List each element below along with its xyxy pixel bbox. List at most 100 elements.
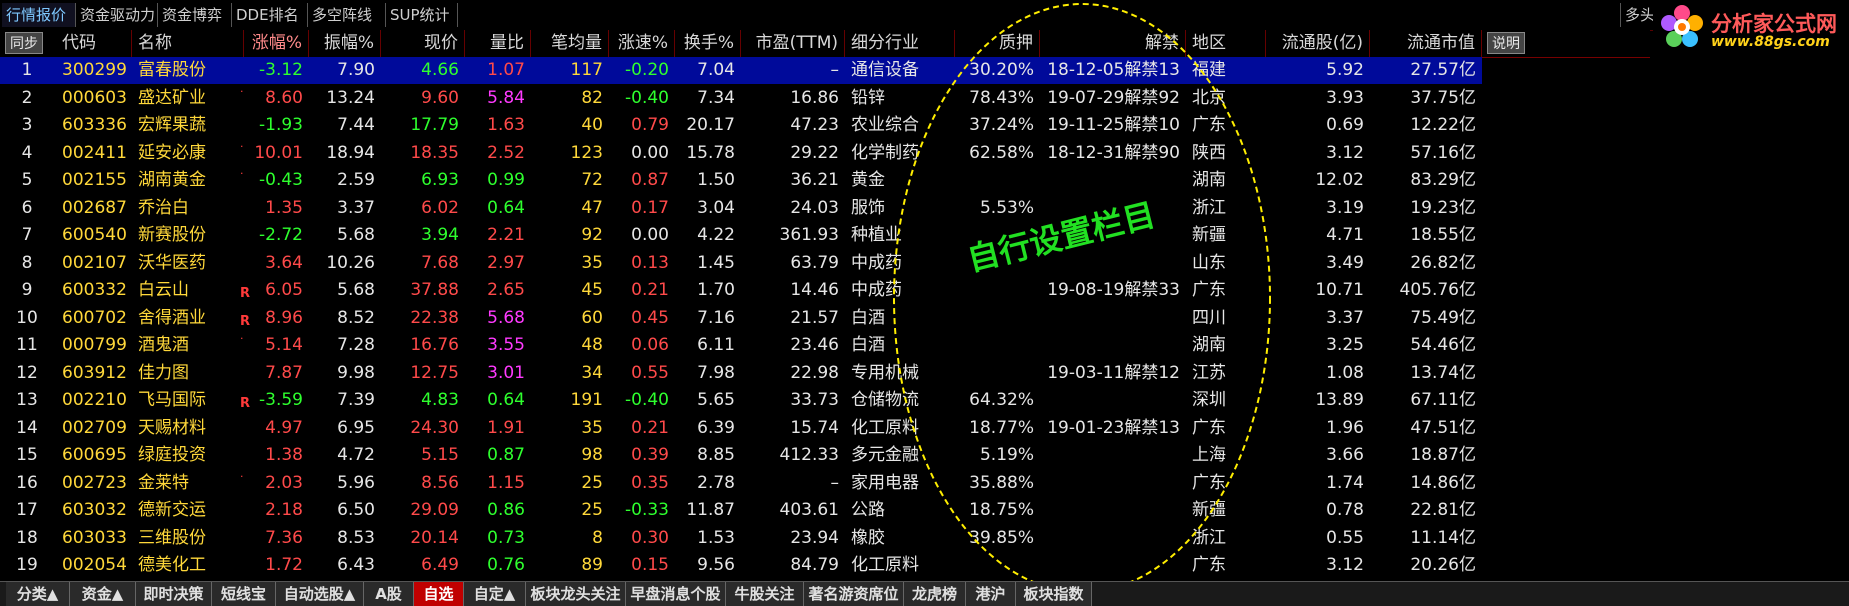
table-row[interactable]: 18 603033 三维股份 7.36 8.53 20.14 0.73 8 0.30 1.53 23… [0, 525, 1482, 552]
bottom-tab-13[interactable]: 港沪 [966, 582, 1016, 606]
cell-float: 0.78 [1326, 500, 1364, 520]
bottom-tab-2[interactable]: 即时决策 [136, 582, 212, 606]
cell-pledge [955, 332, 1040, 359]
table-row[interactable]: 14 002709 天赐材料 4.97 6.95 24.30 1.91 35 0.21 6.39 1… [0, 415, 1482, 442]
cell-chg: 5.14 [265, 335, 303, 355]
col-code[interactable]: 代码 [56, 30, 132, 57]
cell-spd: 0.87 [631, 170, 669, 190]
cell-name: 飞马国际 [138, 390, 206, 410]
table-row[interactable]: 19 002054 德美化工 1.72 6.43 6.49 0.76 89 0.15 9.56 84… [0, 552, 1482, 579]
cell-region: 新疆 [1192, 500, 1226, 520]
sync-button[interactable]: 同步 [5, 32, 43, 54]
tab-fund-game[interactable]: 资金博弈 [158, 3, 232, 27]
cell-avg: 191 [570, 390, 603, 410]
col-speed[interactable]: 涨速% [609, 30, 675, 57]
table-row[interactable]: 10 600702 舍得酒业 8.96 8.52 22.38 5.68 60 0.45 7.16 2… [0, 305, 1482, 332]
cell-amp: 7.44 [337, 115, 375, 135]
cell-unlock [1040, 552, 1186, 579]
col-turnover[interactable]: 换手% [675, 30, 741, 57]
cell-unlock [1040, 305, 1186, 332]
tab-dde-rank[interactable]: DDE排名 [232, 3, 308, 27]
bottom-tab-4[interactable]: 自动选股▲ [276, 582, 364, 606]
bottom-tab-14[interactable]: 板块指数 [1016, 582, 1092, 606]
bottom-tab-8[interactable]: 板块龙头关注 [526, 582, 626, 606]
table-row[interactable]: 1 300299 富春股份 -3.12 7.90 4.66 1.07 117 -0.20 7.04… [0, 57, 1482, 84]
col-price[interactable]: 现价 [381, 30, 465, 57]
col-volume-ratio[interactable]: 量比 [465, 30, 531, 57]
cell-unlock [1040, 387, 1186, 414]
cell-name: 新赛股份 [138, 225, 206, 245]
cell-chg: 10.01 [254, 142, 303, 163]
col-amplitude[interactable]: 振幅% [309, 30, 381, 57]
cell-pledge: 64.32% [969, 390, 1034, 410]
cell-amp: 10.26 [326, 252, 375, 273]
table-row[interactable]: 6 002687 乔治白 1.35 3.37 6.02 0.64 47 0.17 3.04 24.0… [0, 195, 1482, 222]
cell-unlock: 19-11-25解禁10 [1047, 115, 1180, 135]
col-region[interactable]: 地区 [1186, 30, 1266, 57]
cell-price: 37.88 [410, 280, 459, 300]
cell-idx: 17 [16, 500, 38, 520]
cell-code: 603033 [62, 527, 127, 548]
table-row[interactable]: 3 603336 宏辉果蔬 -1.93 7.44 17.79 1.63 40 0.79 20.17… [0, 112, 1482, 139]
table-row[interactable]: 13 002210 飞马国际 -3.59 7.39 4.83 0.64 191 -0.40 5.6… [0, 387, 1482, 414]
explain-button[interactable]: 说明 [1487, 32, 1525, 54]
cell-avg: 92 [581, 225, 603, 245]
tab-sup-stats[interactable]: SUP统计 [386, 3, 458, 27]
cell-float: 3.12 [1326, 555, 1364, 575]
bottom-tab-1[interactable]: 资金▲ [70, 582, 136, 606]
cell-amp: 7.28 [337, 335, 375, 355]
site-logo: 分析家公式网 www.88gs.com [1653, 0, 1849, 58]
bottom-tab-3[interactable]: 短线宝 [212, 582, 276, 606]
col-float-shares[interactable]: 流通股(亿) [1266, 30, 1370, 57]
bottom-tab-0[interactable]: 分类▲ [6, 582, 70, 606]
table-row[interactable]: 5 002155 湖南黄金 -0.43 2.59 6.93 0.99 72 0.87 1.50 36… [0, 167, 1482, 194]
cell-vr: 1.63 [487, 115, 525, 135]
cell-code: 002709 [62, 417, 127, 438]
cell-price: 16.76 [410, 335, 459, 355]
cell-turn: 7.16 [697, 307, 735, 328]
bottom-tab-6[interactable]: 自选 [414, 582, 464, 606]
bottom-tab-10[interactable]: 牛股关注 [726, 582, 804, 606]
cell-amp: 8.53 [337, 527, 375, 548]
tab-long-short[interactable]: 多空阵线 [308, 3, 386, 27]
cell-price: 6.49 [421, 555, 459, 575]
col-industry[interactable]: 细分行业 [845, 30, 955, 57]
cell-turn: 3.04 [697, 197, 735, 218]
table-row[interactable]: 4 002411 延安必康 10.01 18.94 18.35 2.52 123 0.00 15.… [0, 140, 1482, 167]
cell-avg: 47 [581, 197, 603, 218]
cell-vr: 2.65 [487, 280, 525, 300]
bottom-tab-7[interactable]: 自定▲ [464, 582, 526, 606]
cell-ind: 黄金 [851, 170, 885, 190]
bottom-tab-5[interactable]: A股 [364, 582, 414, 606]
table-row[interactable]: 7 600540 新赛股份 -2.72 5.68 3.94 2.21 92 0.00 4.22 36… [0, 222, 1482, 249]
table-row[interactable]: 17 603032 德新交运 2.18 6.50 29.09 0.86 25 -0.33 11.8… [0, 497, 1482, 524]
col-unlock[interactable]: 解禁 [1040, 30, 1186, 57]
col-change-pct[interactable]: 涨幅% [244, 30, 309, 57]
tab-fund-driver[interactable]: 资金驱动力 [76, 3, 158, 27]
bottom-tab-12[interactable]: 龙虎榜 [904, 582, 966, 606]
col-pledge[interactable]: 质押 [955, 30, 1040, 57]
col-float-mcap[interactable]: 流通市值 [1370, 30, 1482, 57]
table-row[interactable]: 8 002107 沃华医药 3.64 10.26 7.68 2.97 35 0.13 1.45 63… [0, 250, 1482, 277]
table-row[interactable]: 16 002723 金莱特 2.03 5.96 8.56 1.15 25 0.35 2.78 – 家用… [0, 470, 1482, 497]
cell-ind: 白酒 [851, 307, 885, 328]
cell-mcap: 37.75亿 [1410, 87, 1476, 108]
col-name[interactable]: 名称 [132, 30, 244, 57]
cell-pe: 63.79 [790, 252, 839, 273]
col-avg-volume[interactable]: 笔均量 [531, 30, 609, 57]
bottom-tab-9[interactable]: 早盘消息个股 [626, 582, 726, 606]
cell-avg: 25 [581, 472, 603, 493]
table-row[interactable]: 11 000799 酒鬼酒 5.14 7.28 16.76 3.55 48 0.06 6.11 23… [0, 332, 1482, 359]
cell-chg: 7.87 [265, 362, 303, 383]
table-row[interactable]: 12 603912 佳力图 7.87 9.98 12.75 3.01 34 0.55 7.98 22… [0, 360, 1482, 387]
tab-market-quote[interactable]: 行情报价 [2, 3, 76, 27]
table-row[interactable]: 15 600695 绿庭投资 1.38 4.72 5.15 0.87 98 0.39 8.85 41… [0, 442, 1482, 469]
bottom-tab-11[interactable]: 著名游资席位 [804, 582, 904, 606]
col-pe-ttm[interactable]: 市盈(TTM) [741, 30, 845, 57]
cell-pledge [955, 277, 1040, 304]
cell-vr: 2.97 [487, 252, 525, 273]
cell-mcap: 75.49亿 [1410, 307, 1476, 328]
cell-unlock: 19-07-29解禁92 [1047, 87, 1180, 108]
table-row[interactable]: 9 600332 白云山 6.05 5.68 37.88 2.65 45 0.21 1.70 14.… [0, 277, 1482, 304]
table-row[interactable]: 2 000603 盛达矿业 8.60 13.24 9.60 5.84 82 -0.40 7.34 1… [0, 85, 1482, 112]
